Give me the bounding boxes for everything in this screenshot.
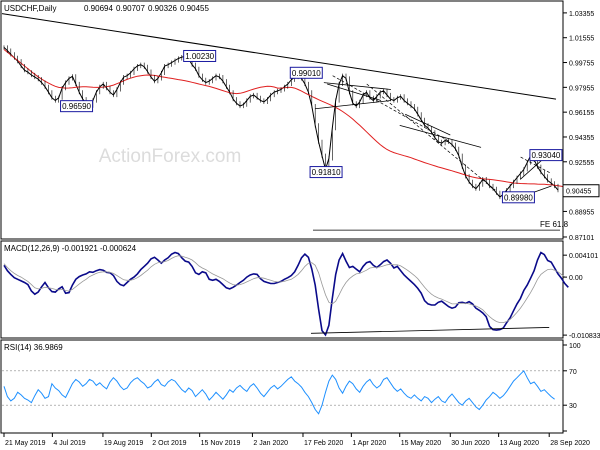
macd-axis-label: -0.010833 [569,333,600,340]
price-axis-label: 0.94355 [569,135,594,142]
price-axis-label: 1.03355 [569,11,594,18]
price-axis-label: 1.01555 [569,36,594,43]
time-axis-label: 15 May 2020 [401,440,442,447]
annotation-label: 0.99010 [292,69,321,78]
price-ohlc-low: 0.90326 [148,4,177,13]
time-axis-label: 15 Nov 2019 [201,440,241,447]
macd-title: MACD(12,26,9) -0.001921 -0.000624 [4,244,137,253]
time-axis-label: 17 Feb 2020 [304,440,343,447]
watermark: ActionForex.com [99,146,242,167]
price-ohlc-close: 0.90455 [180,4,209,13]
annotation-label: 0.89980 [504,193,533,202]
price-ohlc-high: 0.90707 [116,4,145,13]
price-title: USDCHF,Daily [4,4,56,13]
annotation-label: 1.00230 [185,52,214,61]
annotation-label: 0.96590 [62,102,91,111]
price-axis-label: 0.88955 [569,209,594,216]
macd-axis-label: 0.00 [569,275,583,282]
price-panel [0,0,564,240]
price-axis-label: 0.96155 [569,110,594,117]
macd-axis: 0.004101 0.00 -0.010833 [563,253,600,340]
time-axis-label: 2 Oct 2019 [152,440,186,447]
rsi-panel [0,339,564,434]
annotation-label: 0.91810 [312,168,341,177]
time-axis-label: 4 Jul 2019 [53,440,85,447]
rsi-axis-label: 100 [569,343,581,350]
fe-label: FE 61.8 [540,220,569,229]
rsi-title: RSI(14) 36.9869 [4,343,63,352]
time-axis-label: 1 Apr 2020 [352,440,386,447]
chart-canvas: ActionForex.com 1.00230 0.96590 0.99010 0.9… [0,0,600,447]
price-axis-label: 0.99755 [569,61,594,68]
price-axis-label: 0.87101 [569,235,594,242]
time-axis-label: 21 May 2019 [5,440,46,447]
price-axis-label: 0.97955 [569,85,594,92]
current-price-label: 0.90455 [566,189,591,196]
rsi-axis: 100 70 30 [563,343,581,432]
macd-axis-label: 0.004101 [569,253,598,260]
price-ohlc-open: 0.90694 [84,4,113,13]
time-axis: 21 May 2019 4 Jul 2019 19 Aug 2019 2 Oct 20… [3,433,590,447]
macd-panel [0,240,564,339]
annotation-label: 0.93040 [531,151,560,160]
time-axis-label: 13 Aug 2020 [500,440,539,447]
rsi-axis-label: 70 [569,369,577,376]
price-axis: 1.03355 1.01555 0.99755 0.97955 0.96155 0.943… [562,11,600,242]
time-axis-label: 19 Aug 2019 [104,440,143,447]
time-axis-label: 30 Jun 2020 [451,440,490,447]
rsi-axis-label: 30 [569,403,577,410]
price-axis-label: 0.92555 [569,160,594,167]
time-axis-label: 28 Sep 2020 [550,440,590,447]
time-axis-label: 2 Jan 2020 [253,440,288,447]
